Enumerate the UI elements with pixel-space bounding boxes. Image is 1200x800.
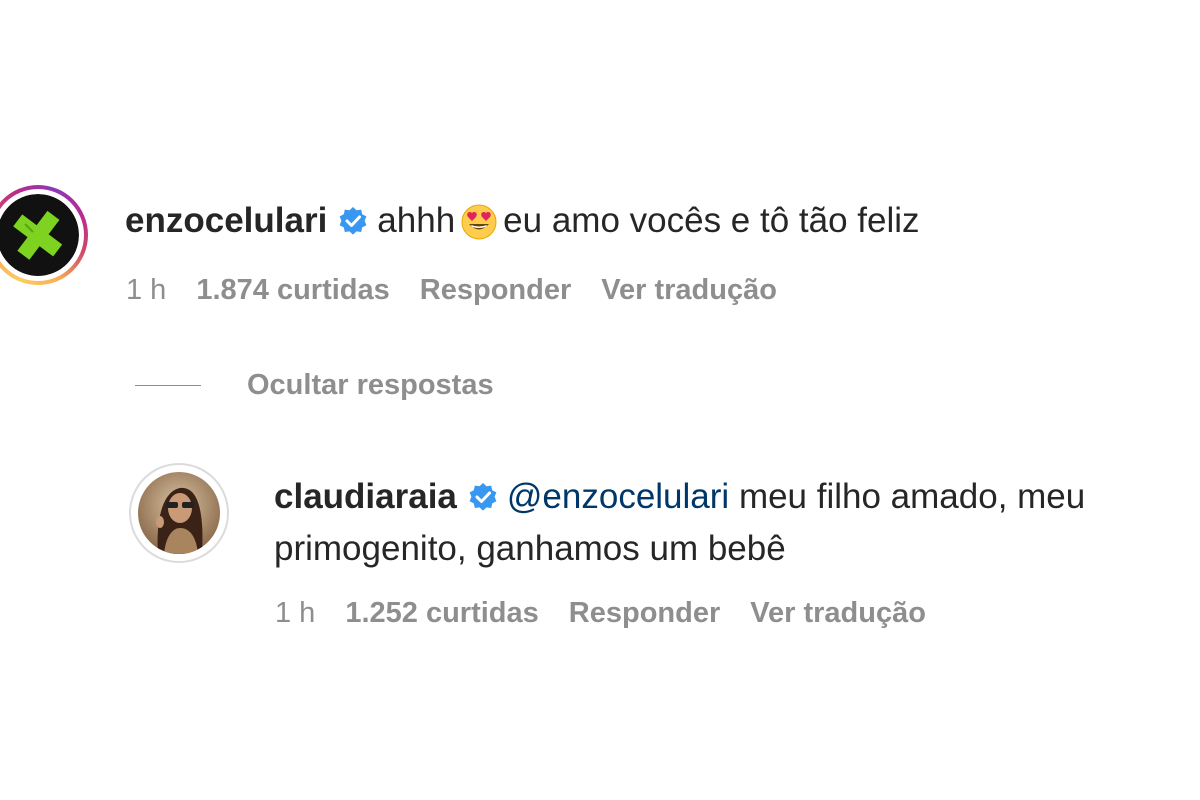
- comment-text-end: eu amo vocês e tô tão feliz: [503, 201, 920, 240]
- username[interactable]: claudiaraia: [274, 477, 457, 516]
- likes-count[interactable]: 1.252 curtidas: [345, 597, 538, 629]
- likes-count[interactable]: 1.874 curtidas: [196, 274, 389, 306]
- reply-body-line2: primogenito, ganhamos um bebê: [274, 529, 786, 569]
- avatar: [0, 194, 79, 276]
- avatar-story-ring[interactable]: [0, 185, 88, 285]
- reply-time: 1 h: [275, 597, 316, 629]
- avatar: [138, 472, 220, 554]
- avatar-ring[interactable]: [129, 463, 229, 563]
- verified-badge-icon: [337, 205, 369, 246]
- reply-button[interactable]: Responder: [569, 597, 720, 629]
- reply-button[interactable]: Responder: [420, 274, 571, 306]
- replies-divider: [135, 384, 201, 386]
- green-x-logo-icon: [0, 194, 79, 276]
- comment-time: 1 h: [126, 274, 167, 306]
- mention-link[interactable]: @enzocelulari: [507, 477, 729, 516]
- translate-button[interactable]: Ver tradução: [750, 597, 926, 629]
- username[interactable]: enzocelulari: [125, 201, 327, 240]
- comment-text-start: ahhh: [377, 201, 456, 240]
- comment-body: enzocelulari ahhh eu amo vocês e tô tão …: [125, 201, 920, 249]
- comment-meta: 1 h 1.874 curtidas Responder Ver tradução: [126, 273, 807, 307]
- reply-body-line1: claudiaraia @enzocelulari meu filho amad…: [274, 477, 1085, 522]
- reply-meta: 1 h 1.252 curtidas Responder Ver tradução: [275, 596, 956, 630]
- heart-eyes-emoji-icon: [461, 204, 497, 249]
- verified-badge-icon: [467, 481, 499, 522]
- reply-text-line2: primogenito, ganhamos um bebê: [274, 529, 786, 568]
- reply-text-line1: meu filho amado, meu: [738, 477, 1086, 516]
- profile-photo-icon: [138, 472, 220, 554]
- hide-replies-toggle[interactable]: Ocultar respostas: [135, 368, 494, 402]
- hide-replies-label: Ocultar respostas: [247, 369, 494, 401]
- translate-button[interactable]: Ver tradução: [601, 274, 777, 306]
